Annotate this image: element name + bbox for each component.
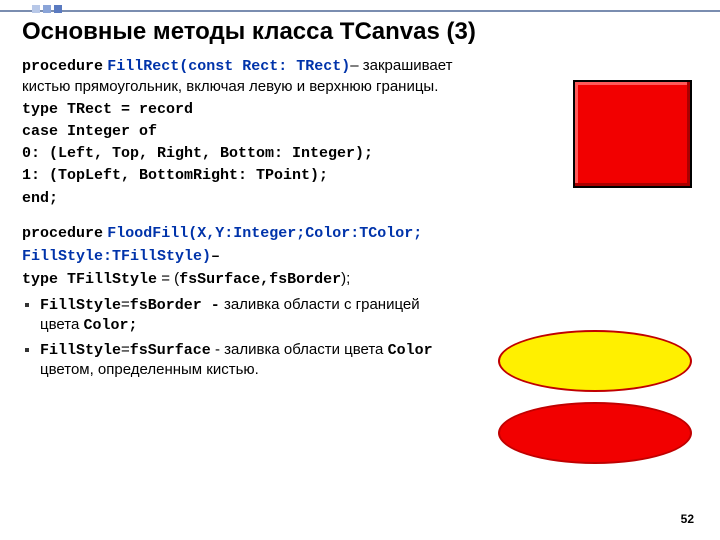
code-line: type TFillStyle = (fsSurface,fsBorder); [22, 269, 462, 290]
keyword-procedure: procedure [22, 58, 103, 75]
list-item: FillStyle=fsBorder - заливка области с г… [40, 295, 462, 336]
square-deco [43, 5, 51, 13]
bullet-list: FillStyle=fsBorder - заливка области с г… [22, 295, 462, 380]
signature: FillRect(const Rect: TRect) [107, 58, 350, 75]
illustration-ellipse-yellow [498, 330, 692, 392]
code-line: end; [22, 189, 462, 209]
slide-body: procedure FillRect(const Rect: TRect)– з… [22, 56, 462, 384]
illustration-ellipse-red [498, 402, 692, 464]
code-line: case Integer of [22, 122, 462, 142]
proc-floodfill: procedure FloodFill(X,Y:Integer;Color:TC… [22, 223, 462, 244]
code-line: 1: (TopLeft, BottomRight: TPoint); [22, 166, 462, 186]
page-number: 52 [681, 512, 694, 526]
list-item: FillStyle=fsSurface - заливка области цв… [40, 340, 462, 380]
signature-cont: FillStyle:TFillStyle)– [22, 246, 462, 267]
slide-title: Основные методы класса TCanvas (3) [22, 18, 476, 46]
square-deco [32, 5, 40, 13]
keyword-procedure: procedure [22, 225, 103, 242]
code-line: type TRect = record [22, 100, 462, 120]
code-line: 0: (Left, Top, Right, Bottom: Integer); [22, 144, 462, 164]
proc-fillrect: procedure FillRect(const Rect: TRect)– з… [22, 56, 462, 98]
header-rule [0, 10, 720, 12]
illustration-rectangle [573, 80, 692, 188]
signature: FloodFill(X,Y:Integer;Color:TColor; [107, 225, 422, 242]
header-squares [32, 5, 62, 13]
square-deco [54, 5, 62, 13]
